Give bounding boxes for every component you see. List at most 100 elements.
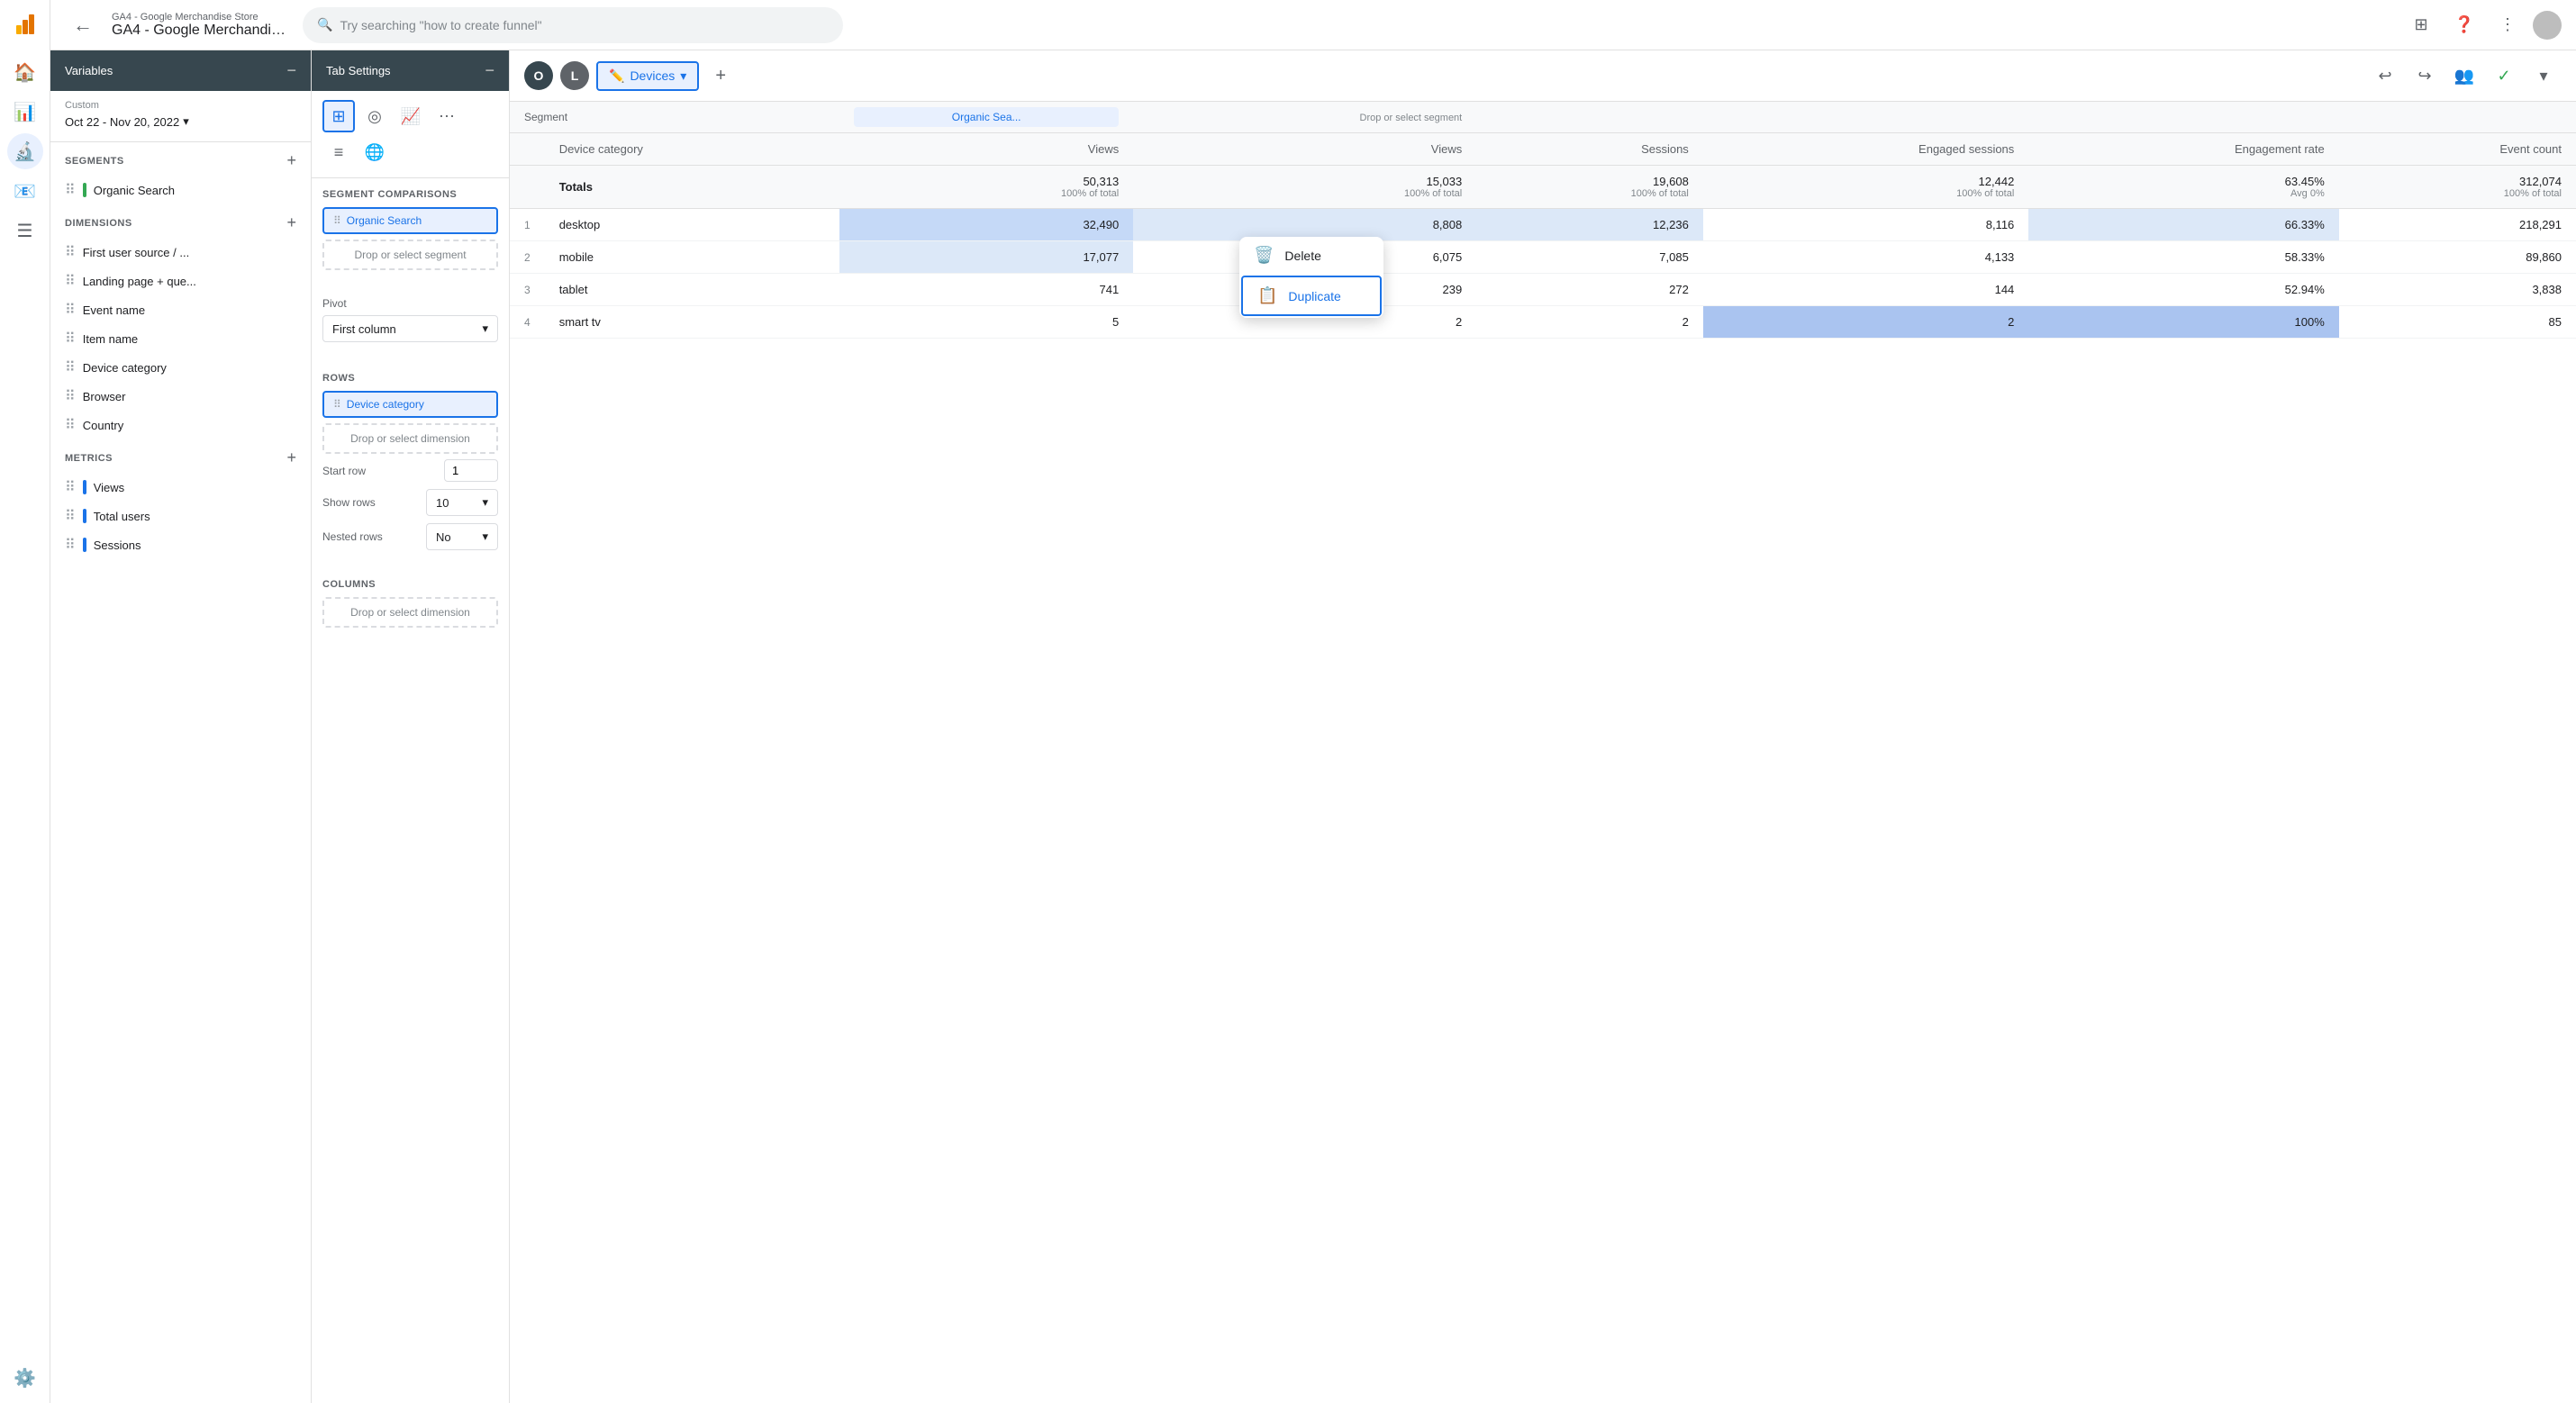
event-count-header[interactable]: Event count — [2339, 133, 2576, 166]
start-row-input[interactable] — [444, 459, 498, 482]
nav-configure-icon[interactable]: ☰ — [7, 213, 43, 249]
event-count-cell: 3,838 — [2339, 274, 2576, 306]
variables-close-icon[interactable]: − — [286, 61, 296, 80]
nested-rows-selector[interactable]: No ▾ — [426, 523, 498, 550]
dimension-item-device-category[interactable]: ⠿ Device category — [50, 353, 311, 382]
search-icon: 🔍 — [317, 17, 332, 32]
dimension-name: First user source / ... — [83, 246, 189, 259]
sessions-cell: 2 — [1476, 306, 1703, 339]
data-table-wrapper: Segment Organic Sea... Drop or select se… — [510, 102, 2576, 1403]
geo-chart-icon[interactable]: 🌐 — [358, 136, 391, 168]
search-bar[interactable]: 🔍 Try searching "how to create funnel" — [303, 7, 843, 43]
sessions-header[interactable]: Sessions — [1476, 133, 1703, 166]
event-count-cell: 85 — [2339, 306, 2576, 339]
dimension-item-item-name[interactable]: ⠿ Item name — [50, 324, 311, 353]
pivot-section: Pivot First column ▾ — [312, 286, 509, 362]
grid-icon[interactable]: ⊞ — [2403, 7, 2439, 43]
date-label: Custom — [65, 100, 296, 111]
metric-item-total-users[interactable]: ⠿ Total users — [50, 502, 311, 530]
show-rows-row: Show rows 10 ▾ — [322, 489, 498, 516]
more-vert-icon[interactable]: ⋮ — [2490, 7, 2526, 43]
drag-handle-icon: ⠿ — [65, 243, 76, 261]
circle-o[interactable]: O — [524, 61, 553, 90]
nav-settings-icon[interactable]: ⚙️ — [7, 1360, 43, 1396]
tab-name: Devices — [630, 68, 675, 83]
variables-panel-header: Variables − — [50, 50, 311, 91]
drag-handle-icon: ⠿ — [65, 358, 76, 376]
device-category-header[interactable]: Device category — [545, 133, 839, 166]
pivot-label: Pivot — [322, 297, 498, 310]
engaged-sessions-header[interactable]: Engaged sessions — [1703, 133, 2028, 166]
drop-dimension-label: Drop or select dimension — [350, 432, 470, 445]
views-header-2[interactable]: Views — [1133, 133, 1476, 166]
context-delete-item[interactable]: 🗑️ Delete — [1239, 237, 1383, 274]
chevron-down-icon: ▾ — [482, 530, 488, 544]
user-avatar[interactable] — [2533, 11, 2562, 40]
tab-settings-close-icon[interactable]: − — [485, 61, 494, 80]
dimension-name: Event name — [83, 303, 145, 317]
totals-views2: 15,033 100% of total — [1133, 166, 1476, 209]
engagement-rate-header[interactable]: Engagement rate — [2028, 133, 2338, 166]
totals-row: Totals 50,313 100% of total 15,033 100% … — [510, 166, 2576, 209]
add-metric-icon[interactable]: + — [286, 448, 296, 467]
drag-handle-icon: ⠿ — [333, 214, 341, 227]
add-tab-button[interactable]: + — [706, 61, 735, 90]
devices-tab[interactable]: ✏️ Devices ▾ — [596, 61, 699, 91]
drop-segment-header[interactable]: Drop or select segment — [1133, 102, 1476, 133]
add-dimension-icon[interactable]: + — [286, 213, 296, 232]
table-chart-icon[interactable]: ⊞ — [322, 100, 355, 132]
line-chart-icon[interactable]: 📈 — [395, 100, 427, 132]
dimension-item-browser[interactable]: ⠿ Browser — [50, 382, 311, 411]
views-header-1[interactable]: Views — [839, 133, 1133, 166]
nested-rows-value: No — [436, 530, 451, 544]
metric-item-sessions[interactable]: ⠿ Sessions — [50, 530, 311, 559]
nav-explore-icon[interactable]: 🔬 — [7, 133, 43, 169]
metric-item-views[interactable]: ⠿ Views — [50, 473, 311, 502]
dimension-item-landing-page[interactable]: ⠿ Landing page + que... — [50, 267, 311, 295]
row-chip-device-category[interactable]: ⠿ Device category — [322, 391, 498, 418]
nested-rows-row: Nested rows No ▾ — [322, 523, 498, 550]
donut-chart-icon[interactable]: ◎ — [358, 100, 391, 132]
show-rows-selector[interactable]: 10 ▾ — [426, 489, 498, 516]
drag-handle-icon: ⠿ — [65, 507, 76, 525]
duplicate-icon: 📋 — [1257, 286, 1277, 305]
drop-dimension-zone[interactable]: Drop or select dimension — [322, 423, 498, 454]
segment-chip-organic[interactable]: ⠿ Organic Search — [322, 207, 498, 234]
dimension-item-first-user-source[interactable]: ⠿ First user source / ... — [50, 238, 311, 267]
date-range-selector[interactable]: Oct 22 - Nov 20, 2022 ▾ — [65, 111, 296, 132]
drop-column-zone[interactable]: Drop or select dimension — [322, 597, 498, 628]
check-circle-icon[interactable]: ✓ — [2486, 58, 2522, 94]
dimension-item-country[interactable]: ⠿ Country — [50, 411, 311, 439]
drop-segment-zone[interactable]: Drop or select segment — [322, 240, 498, 270]
nav-advertising-icon[interactable]: 📧 — [7, 173, 43, 209]
back-icon[interactable]: ← — [65, 7, 101, 43]
dropdown-icon[interactable]: ▾ — [2526, 58, 2562, 94]
dimension-item-event-name[interactable]: ⠿ Event name — [50, 295, 311, 324]
app-logo[interactable] — [7, 7, 43, 43]
event-count-cell: 89,860 — [2339, 241, 2576, 274]
organic-search-header: Organic Sea... — [839, 102, 1133, 133]
nav-reports-icon[interactable]: 📊 — [7, 94, 43, 130]
table-row: 2 mobile 17,077 6,075 7,085 4,133 58.33%… — [510, 241, 2576, 274]
row-chip-name: Device category — [347, 398, 424, 411]
views1-cell: 32,490 — [839, 209, 1133, 241]
category-cell: mobile — [545, 241, 839, 274]
segment-item-organic-search[interactable]: ⠿ Organic Search — [50, 176, 311, 204]
help-icon[interactable]: ❓ — [2446, 7, 2482, 43]
redo-icon[interactable]: ↪ — [2407, 58, 2443, 94]
scatter-chart-icon[interactable]: ⋯ — [431, 100, 463, 132]
nav-home-icon[interactable]: 🏠 — [7, 54, 43, 90]
engagement-rate-cell: 52.94% — [2028, 274, 2338, 306]
segment-color-bar — [83, 183, 86, 197]
pivot-selector[interactable]: First column ▾ — [322, 315, 498, 342]
add-user-icon[interactable]: 👥 — [2446, 58, 2482, 94]
circle-l[interactable]: L — [560, 61, 589, 90]
undo-icon[interactable]: ↩ — [2367, 58, 2403, 94]
property-title: GA4 - Google Merchandise Store GA4 - Goo… — [112, 12, 292, 39]
bar-chart-icon[interactable]: ≡ — [322, 136, 355, 168]
context-duplicate-item[interactable]: 📋 Duplicate — [1241, 276, 1382, 316]
totals-rank — [510, 166, 545, 209]
add-segment-icon[interactable]: + — [286, 151, 296, 170]
date-section: Custom Oct 22 - Nov 20, 2022 ▾ — [50, 91, 311, 142]
property-label: GA4 - Google Merchandise Store — [112, 12, 292, 23]
